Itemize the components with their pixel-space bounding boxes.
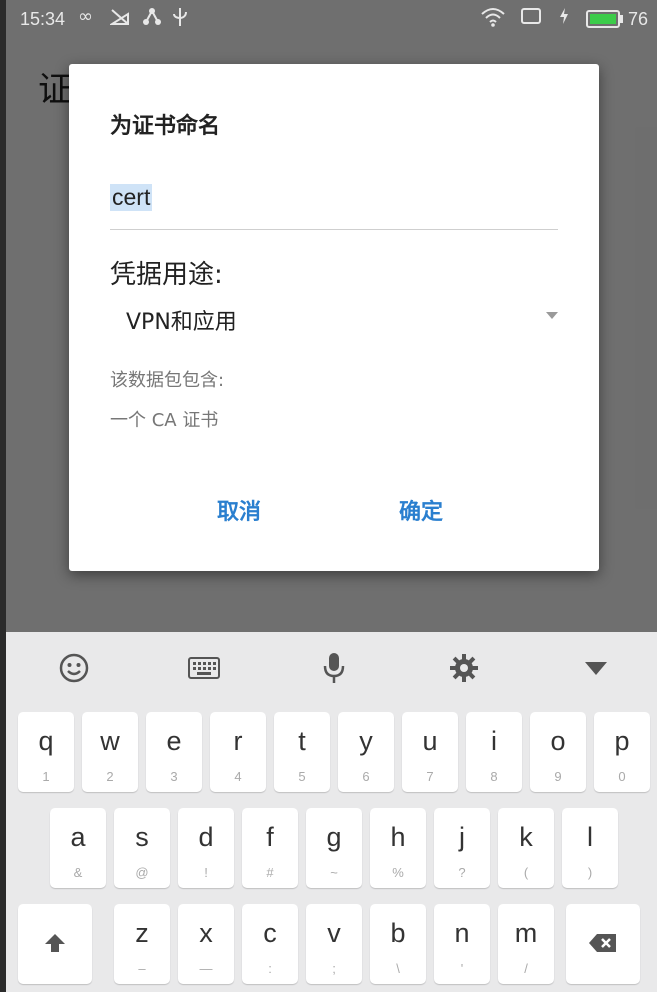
key-w[interactable]: w2: [82, 712, 138, 792]
key-c[interactable]: c:: [242, 904, 298, 984]
ok-button[interactable]: 确定: [399, 494, 443, 526]
key-g[interactable]: g ~: [306, 808, 362, 888]
keyboard-toolbar: [6, 632, 657, 704]
key-n[interactable]: n ': [434, 904, 490, 984]
soft-keyboard: q1 w2 e3 r4 t5 y6 u7 i8 o9 p0 a & s @ d! f…: [6, 632, 657, 992]
status-bar: 15:34 ∞ 76: [6, 0, 657, 40]
key-p[interactable]: p0: [594, 712, 650, 792]
smiley-icon[interactable]: [56, 650, 92, 686]
battery-fill: [590, 14, 616, 24]
key-b[interactable]: b \: [370, 904, 426, 984]
dropdown-arrow-icon: [546, 312, 558, 319]
package-contains-item: 一个 CA 证书: [110, 410, 219, 431]
backspace-icon: [566, 932, 640, 954]
key-l[interactable]: l): [562, 808, 618, 888]
key-d[interactable]: d!: [178, 808, 234, 888]
credential-usage-label: 凭据用途:: [110, 260, 223, 290]
battery-level: 76: [628, 9, 649, 29]
key-a[interactable]: a &: [50, 808, 106, 888]
keyboard-icon[interactable]: [186, 650, 222, 686]
microphone-icon[interactable]: [316, 650, 352, 686]
battery-tip: [620, 15, 623, 23]
key-u[interactable]: u7: [402, 712, 458, 792]
key-f[interactable]: f #: [242, 808, 298, 888]
key-h[interactable]: h%: [370, 808, 426, 888]
key-y[interactable]: y6: [338, 712, 394, 792]
wifi-icon: [480, 6, 506, 34]
network-share-icon: [142, 6, 162, 32]
status-time: 15:34: [20, 9, 66, 29]
certificate-name-field[interactable]: cert: [110, 180, 558, 230]
key-o[interactable]: o9: [530, 712, 586, 792]
hide-keyboard-icon[interactable]: [578, 650, 614, 686]
gear-icon[interactable]: [446, 650, 482, 686]
dialog-title: 为证书命名: [110, 114, 221, 139]
credential-usage-select[interactable]: VPN和应用: [110, 300, 558, 344]
device-frame-edge: [0, 0, 6, 992]
key-j[interactable]: j?: [434, 808, 490, 888]
backspace-key[interactable]: [566, 904, 640, 984]
key-k[interactable]: k(: [498, 808, 554, 888]
no-signal-icon: [108, 6, 130, 32]
key-e[interactable]: e3: [146, 712, 202, 792]
key-x[interactable]: x —: [178, 904, 234, 984]
name-certificate-dialog: 为证书命名 cert 凭据用途: VPN和应用 该数据包包含: 一个 CA 证书…: [69, 64, 599, 571]
battery-icon: [586, 10, 620, 28]
key-t[interactable]: t5: [274, 712, 330, 792]
cancel-button[interactable]: 取消: [217, 494, 261, 526]
key-s[interactable]: s @: [114, 808, 170, 888]
key-i[interactable]: i8: [466, 712, 522, 792]
key-q[interactable]: q1: [18, 712, 74, 792]
package-contains-label: 该数据包包含:: [110, 370, 225, 391]
shift-arrow-icon: [18, 932, 92, 954]
certificate-name-value[interactable]: cert: [110, 184, 153, 211]
infinity-icon: ∞: [78, 6, 93, 27]
key-z[interactable]: z –: [114, 904, 170, 984]
charging-icon: [558, 6, 570, 32]
credential-usage-value: VPN和应用: [126, 310, 237, 335]
key-v[interactable]: v;: [306, 904, 362, 984]
shift-key[interactable]: [18, 904, 92, 984]
key-m[interactable]: m /: [498, 904, 554, 984]
screen-cast-icon: [520, 6, 542, 32]
usb-icon: [172, 6, 188, 34]
key-r[interactable]: r4: [210, 712, 266, 792]
